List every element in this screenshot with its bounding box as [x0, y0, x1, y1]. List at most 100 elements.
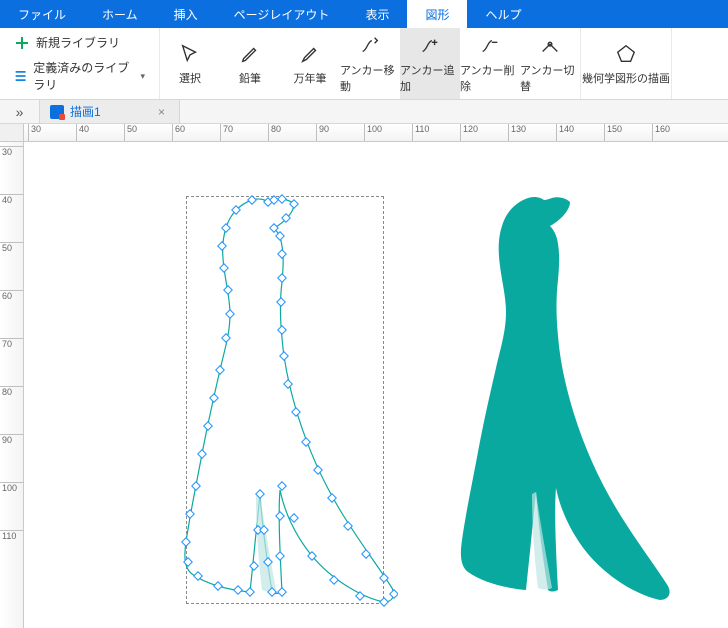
anchor-handle[interactable]: [234, 586, 242, 594]
anchor-points[interactable]: [182, 195, 398, 606]
anchor-handle[interactable]: [356, 592, 364, 600]
anchor-move-icon: [358, 34, 382, 58]
anchor-handle[interactable]: [278, 274, 286, 282]
ruler-tick: 60: [0, 290, 23, 301]
anchor-toggle-icon: [538, 34, 562, 58]
anchor-handle[interactable]: [278, 195, 286, 203]
anchor-toggle-label: アンカー切替: [520, 62, 580, 94]
anchor-handle[interactable]: [284, 380, 292, 388]
anchor-handle[interactable]: [278, 588, 286, 596]
select-tool-button[interactable]: 選択: [160, 28, 220, 99]
anchor-handle[interactable]: [290, 200, 298, 208]
geometry-draw-button[interactable]: 幾何学図形の描画: [581, 28, 671, 99]
ruler-tick: 50: [0, 242, 23, 253]
ruler-tick: 30: [0, 146, 23, 157]
chevron-right-icon: »: [16, 104, 24, 120]
anchor-handle[interactable]: [220, 264, 228, 272]
anchor-handle[interactable]: [314, 466, 322, 474]
anchor-handle[interactable]: [390, 590, 398, 598]
pen-icon: [298, 42, 322, 66]
ruler-tick: 70: [0, 338, 23, 349]
menu-page-layout[interactable]: ページレイアウト: [216, 0, 348, 28]
pencil-tool-button[interactable]: 鉛筆: [220, 28, 280, 99]
anchor-handle[interactable]: [192, 482, 200, 490]
anchor-handle[interactable]: [280, 352, 288, 360]
defined-library-label: 定義済みのライブラリ: [33, 59, 132, 93]
anchor-handle[interactable]: [222, 224, 230, 232]
select-label: 選択: [179, 70, 201, 86]
menu-home[interactable]: ホーム: [84, 0, 156, 28]
geometry-draw-label: 幾何学図形の描画: [582, 70, 670, 86]
anchor-handle[interactable]: [277, 298, 285, 306]
fountain-pen-label: 万年筆: [294, 70, 327, 86]
anchor-handle[interactable]: [216, 366, 224, 374]
anchor-handle[interactable]: [204, 422, 212, 430]
menu-insert[interactable]: 挿入: [156, 0, 216, 28]
anchor-handle[interactable]: [218, 242, 226, 250]
pencil-icon: [238, 42, 262, 66]
ribbon: 新規ライブラリ 定義済みのライブラリ ▾ 選択 鉛筆 万年筆 アンカー移動 アン…: [0, 28, 728, 100]
anchor-handle[interactable]: [276, 552, 284, 560]
document-tab-strip: » 描画1 ×: [0, 100, 728, 124]
anchor-handle[interactable]: [248, 196, 256, 204]
anchor-add-button[interactable]: アンカー追加: [400, 28, 460, 99]
anchor-delete-icon: [478, 34, 502, 58]
ruler-tick: 40: [0, 194, 23, 205]
ruler-tick: 150: [604, 124, 622, 141]
workspace: 30405060708090100110120130140150160 3040…: [0, 124, 728, 628]
anchor-handle[interactable]: [302, 438, 310, 446]
anchor-handle[interactable]: [186, 510, 194, 518]
anchor-handle[interactable]: [330, 576, 338, 584]
document-icon: [50, 105, 64, 119]
anchor-handle[interactable]: [222, 334, 230, 342]
ruler-tick: 90: [0, 434, 23, 445]
fountain-pen-tool-button[interactable]: 万年筆: [280, 28, 340, 99]
anchor-handle[interactable]: [198, 450, 206, 458]
ruler-tick: 70: [220, 124, 233, 141]
anchor-handle[interactable]: [292, 408, 300, 416]
anchor-handle[interactable]: [224, 286, 232, 294]
ruler-tick: 140: [556, 124, 574, 141]
anchor-move-label: アンカー移動: [340, 62, 400, 94]
menu-shape[interactable]: 図形: [407, 0, 467, 28]
anchor-handle[interactable]: [182, 538, 190, 546]
ruler-tick: 100: [364, 124, 382, 141]
close-icon[interactable]: ×: [154, 105, 169, 119]
anchor-move-button[interactable]: アンカー移動: [340, 28, 400, 99]
dress-shape-editing[interactable]: [174, 186, 398, 616]
anchor-handle[interactable]: [250, 562, 258, 570]
document-tab-label: 描画1: [70, 103, 101, 120]
ruler-tick: 130: [508, 124, 526, 141]
anchor-toggle-button[interactable]: アンカー切替: [520, 28, 580, 99]
anchor-handle[interactable]: [344, 522, 352, 530]
anchor-add-icon: [418, 34, 442, 58]
menu-file[interactable]: ファイル: [0, 0, 84, 28]
document-tab[interactable]: 描画1 ×: [40, 100, 180, 123]
new-library-label: 新規ライブラリ: [36, 34, 120, 51]
menu-help[interactable]: ヘルプ: [467, 0, 539, 28]
ribbon-group-geometry: 幾何学図形の描画: [581, 28, 672, 99]
ruler-tick: 110: [412, 124, 429, 141]
anchor-handle[interactable]: [246, 588, 254, 596]
menu-view[interactable]: 表示: [347, 0, 407, 28]
drawing-canvas[interactable]: [24, 142, 728, 628]
anchor-delete-button[interactable]: アンカー削除: [460, 28, 520, 99]
anchor-handle[interactable]: [226, 310, 234, 318]
dress-shape-filled[interactable]: [454, 192, 674, 612]
anchor-handle[interactable]: [380, 598, 388, 606]
defined-library-button[interactable]: 定義済みのライブラリ ▾: [6, 55, 153, 97]
anchor-handle[interactable]: [278, 482, 286, 490]
ruler-tick: 160: [652, 124, 670, 141]
expand-panel-button[interactable]: »: [0, 100, 40, 123]
ribbon-group-library: 新規ライブラリ 定義済みのライブラリ ▾: [0, 28, 160, 99]
ruler-tick: 80: [0, 386, 23, 397]
anchor-handle[interactable]: [362, 550, 370, 558]
anchor-handle[interactable]: [210, 394, 218, 402]
anchor-handle[interactable]: [276, 232, 284, 240]
anchor-handle[interactable]: [276, 512, 284, 520]
anchor-handle[interactable]: [214, 582, 222, 590]
anchor-handle[interactable]: [290, 514, 298, 522]
anchor-handle[interactable]: [278, 250, 286, 258]
new-library-button[interactable]: 新規ライブラリ: [6, 30, 153, 55]
anchor-handle[interactable]: [278, 326, 286, 334]
